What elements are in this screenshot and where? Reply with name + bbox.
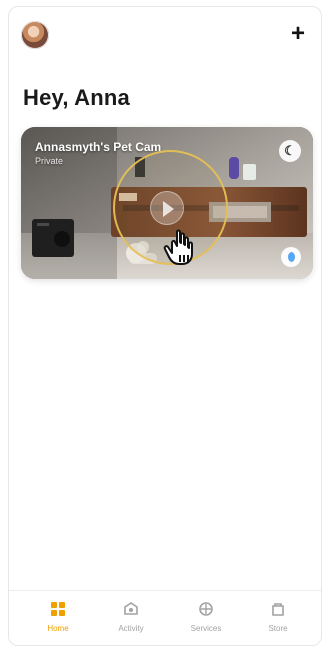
- user-avatar-icon[interactable]: [21, 21, 49, 49]
- tab-store-label: Store: [268, 624, 288, 633]
- tab-store[interactable]: Store: [245, 600, 311, 642]
- mobile-app: + Hey, Anna Annasmyth's Pet Cam Private …: [8, 6, 322, 646]
- play-icon[interactable]: [150, 191, 184, 225]
- services-icon: [199, 602, 213, 616]
- add-button[interactable]: +: [285, 21, 311, 47]
- top-bar: +: [9, 7, 321, 55]
- greeting-title: Hey, Anna: [23, 85, 130, 110]
- home-grid-icon: [51, 602, 65, 616]
- tab-home[interactable]: Home: [25, 600, 91, 642]
- camera-title: Annasmyth's Pet Cam: [35, 140, 162, 154]
- tab-activity-label: Activity: [118, 624, 144, 633]
- activity-icon: [124, 602, 138, 615]
- bottom-tab-bar: Home Activity Services Store: [9, 590, 321, 645]
- store-icon: [272, 603, 284, 616]
- tab-services[interactable]: Services: [173, 600, 239, 642]
- moon-icon[interactable]: ☾: [279, 140, 301, 162]
- blue-status-dot-icon: [281, 247, 301, 267]
- tab-home-label: Home: [47, 624, 69, 633]
- hand-pointer-icon: [163, 229, 193, 265]
- camera-subtitle: Private: [35, 156, 64, 166]
- tab-activity[interactable]: Activity: [98, 600, 164, 642]
- tab-services-label: Services: [190, 624, 222, 633]
- camera-card[interactable]: Annasmyth's Pet Cam Private ☾: [21, 127, 313, 279]
